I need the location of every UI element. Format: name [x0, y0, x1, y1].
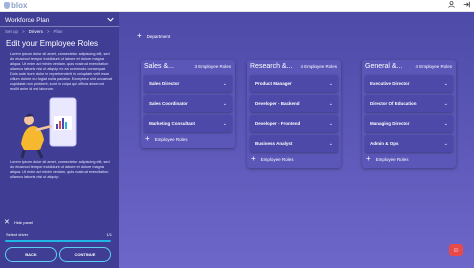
step-setup[interactable]: Set up [5, 29, 18, 34]
plus-icon: + [366, 154, 371, 163]
role-name: Business Analyst [255, 141, 293, 146]
chevron-down-icon[interactable]: ⌄ [329, 81, 333, 87]
add-role-label: Employee Roles [375, 156, 409, 162]
role-name: Developer - Backend [255, 101, 300, 106]
role-card[interactable]: Admin & Ops ⌄ [365, 135, 453, 152]
continue-button[interactable]: CONTINUE [59, 247, 111, 262]
hide-panel-toggle[interactable]: ✕ Hide panel [4, 218, 33, 226]
driver-row: Select driver 1/1 [6, 232, 112, 237]
department-column: Sales &... 3 Employee Roles Sales Direct… [141, 60, 235, 148]
chevron-down-icon[interactable]: ⌄ [329, 141, 333, 147]
add-role-label: Employee Roles [154, 136, 188, 142]
step-plan[interactable]: Plan [54, 29, 63, 34]
chevron-down-icon[interactable]: ⌄ [223, 101, 227, 107]
role-name: Marketing Consultant [149, 121, 196, 126]
driver-progress-bar [5, 240, 111, 242]
role-name: Sales Coordinator [149, 101, 188, 106]
main-board: + Department Sales &... 3 Employee Roles… [119, 12, 474, 268]
add-role-button[interactable]: + Employee Roles [247, 152, 341, 168]
role-card[interactable]: Director Of Education ⌄ [365, 95, 453, 112]
add-department-button[interactable]: + Department [137, 32, 170, 40]
back-button[interactable]: BACK [5, 247, 57, 262]
panel-title: Workforce Plan [5, 16, 50, 24]
plus-icon: + [137, 31, 142, 40]
page-heading: Edit your Employee Roles [6, 39, 99, 48]
chevron-down-icon[interactable]: ⌄ [444, 81, 448, 87]
role-card[interactable]: Developer - Backend ⌄ [250, 95, 338, 112]
department-column: Research &... 4 Employee Roles Product M… [247, 60, 341, 168]
role-name: Admin & Ops [370, 141, 399, 146]
role-card[interactable]: Sales Director ⌄ [144, 75, 232, 92]
column-header[interactable]: Sales &... 3 Employee Roles [141, 60, 235, 72]
role-count: 4 Employee Roles [415, 64, 452, 69]
role-name: Executive Director [370, 81, 410, 86]
top-bar: blox [0, 0, 474, 12]
role-name: Sales Director [149, 81, 180, 86]
close-icon[interactable]: ✕ [4, 218, 10, 226]
chevron-down-icon[interactable]: ⌄ [444, 141, 448, 147]
step-drivers[interactable]: Drivers [29, 29, 43, 34]
left-panel: Workforce Plan Set up > Drivers > Plan E… [0, 12, 119, 268]
add-department-label: Department [146, 33, 171, 39]
plus-icon: + [251, 154, 256, 163]
chevron-down-icon[interactable]: ⌄ [444, 121, 448, 127]
role-name: Developer - Frontend [255, 121, 301, 126]
logout-icon[interactable] [463, 1, 470, 10]
role-card[interactable]: Product Manager ⌄ [250, 75, 338, 92]
robot-icon: ☺ [452, 246, 460, 254]
role-name: Managing Director [370, 121, 410, 126]
driver-progress: 1/1 [106, 232, 112, 237]
app-logo[interactable]: blox [4, 1, 27, 10]
chevron-down-icon[interactable]: ⌄ [444, 101, 448, 107]
hide-panel-label: Hide panel [13, 219, 33, 225]
panel-description-secondary: Lorem ipsum dolor sit amet, consectetur … [10, 160, 110, 179]
user-icon[interactable] [448, 1, 455, 10]
add-role-label: Employee Roles [260, 156, 294, 162]
department-title[interactable]: Sales &... [144, 63, 174, 70]
column-header[interactable]: General &... 4 Employee Roles [362, 60, 456, 72]
chevron-down-icon[interactable]: ⌄ [329, 121, 333, 127]
department-title[interactable]: General &... [365, 63, 402, 70]
chevron-down-icon[interactable] [107, 17, 114, 24]
add-role-button[interactable]: + Employee Roles [362, 152, 456, 168]
driver-label: Select driver [6, 232, 29, 237]
role-card[interactable]: Marketing Consultant ⌄ [144, 115, 232, 132]
role-name: Product Manager [255, 81, 292, 86]
add-role-button[interactable]: + Employee Roles [141, 132, 235, 148]
chevron-down-icon[interactable]: ⌄ [329, 101, 333, 107]
role-count: 4 Employee Roles [300, 64, 337, 69]
column-header[interactable]: Research &... 4 Employee Roles [247, 60, 341, 72]
breadcrumb: Set up > Drivers > Plan [0, 27, 119, 36]
chevron-down-icon[interactable]: ⌄ [223, 81, 227, 87]
role-card[interactable]: Developer - Frontend ⌄ [250, 115, 338, 132]
panel-header[interactable]: Workforce Plan [0, 12, 119, 25]
role-card[interactable]: Executive Director ⌄ [365, 75, 453, 92]
chat-bot-button[interactable]: ☺ [449, 244, 463, 256]
logo-text: blox [11, 1, 28, 10]
role-name: Director Of Education [370, 101, 417, 106]
step-separator: > [22, 29, 25, 34]
analytics-illustration-icon [20, 97, 77, 159]
logo-icon [4, 2, 10, 9]
role-card[interactable]: Sales Coordinator ⌄ [144, 95, 232, 112]
step-separator: > [46, 29, 50, 34]
chevron-down-icon[interactable]: ⌄ [223, 121, 227, 127]
department-column: General &... 4 Employee Roles Executive … [362, 60, 456, 168]
role-card[interactable]: Business Analyst ⌄ [250, 135, 338, 152]
department-title[interactable]: Research &... [250, 63, 292, 70]
panel-description: Lorem ipsum dolor sit amet, consectetur … [10, 52, 113, 91]
role-count: 3 Employee Roles [194, 64, 231, 69]
plus-icon: + [145, 134, 150, 143]
role-card[interactable]: Managing Director ⌄ [365, 115, 453, 132]
